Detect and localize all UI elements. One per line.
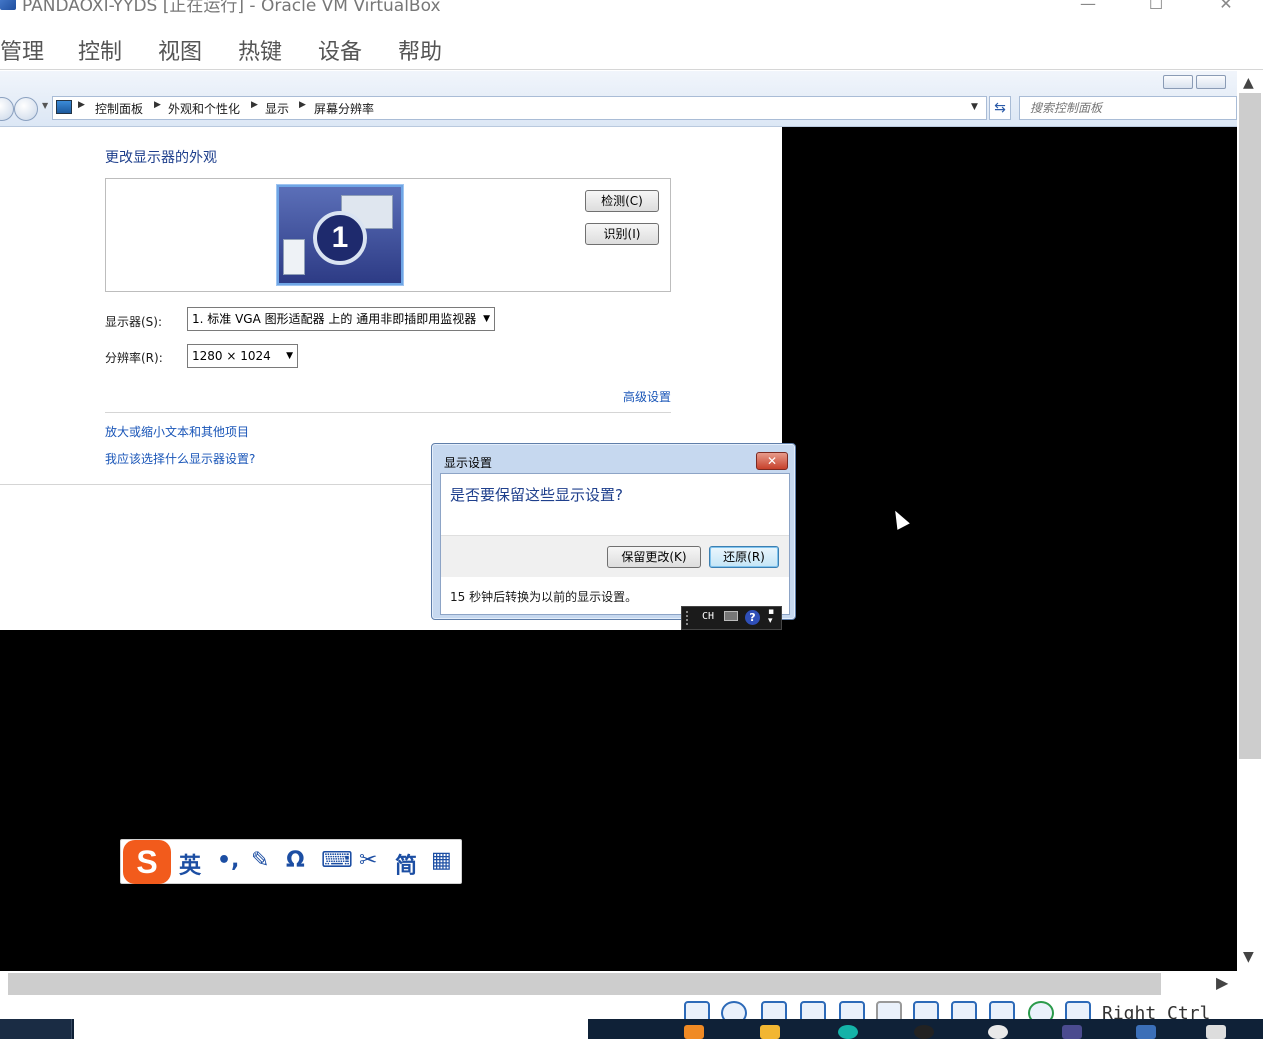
close-icon[interactable]: ✕ — [756, 452, 788, 470]
control-panel-toolbar: ▼ ▶ 控制面板 ▶ 外观和个性化 ▶ 显示 ▶ 屏幕分辨率 ▼ ⇆ — [0, 71, 1237, 127]
vm-status-bar: Right Ctrl — [0, 997, 1263, 1025]
taskbar-app-icon[interactable] — [838, 1025, 858, 1039]
punctuation-toggle[interactable]: •, — [217, 848, 239, 873]
ime-mode-toggle[interactable]: 英 — [179, 848, 201, 880]
scrollbar-thumb[interactable] — [8, 973, 1161, 995]
charset-toggle[interactable]: 简 — [395, 848, 417, 880]
grid-icon[interactable]: ▦ — [431, 848, 452, 873]
taskbar-app-icon[interactable] — [1136, 1025, 1156, 1039]
language-indicator[interactable]: CH — [702, 611, 714, 622]
display-label: 显示器(S): — [105, 315, 163, 329]
drag-handle-icon[interactable] — [686, 611, 696, 625]
address-dropdown-icon[interactable]: ▼ — [971, 102, 978, 112]
vertical-scrollbar[interactable]: ▲ ▼ — [1237, 71, 1263, 971]
dialog-body: 是否要保留这些显示设置? 保留更改(K) 还原(R) 15 秒钟后转换为以前的显… — [440, 473, 790, 615]
breadcrumb-separator-icon: ▶ — [154, 100, 161, 110]
guest-screen[interactable]: ▼ ▶ 控制面板 ▶ 外观和个性化 ▶ 显示 ▶ 屏幕分辨率 ▼ ⇆ 更改显示器… — [0, 71, 1237, 971]
taskbar-app-icon[interactable] — [1062, 1025, 1082, 1039]
display-select[interactable]: 1. 标准 VGA 图形适配器 上的 通用非即插即用监视器 ▼ — [187, 307, 495, 331]
taskbar-search[interactable] — [74, 1019, 588, 1039]
countdown-text: 15 秒钟后转换为以前的显示设置。 — [450, 590, 638, 604]
control-panel-icon — [56, 100, 72, 114]
scrollbar-thumb[interactable] — [1239, 93, 1261, 759]
search-input[interactable] — [1028, 98, 1228, 118]
menu-devices[interactable]: 设备 — [318, 34, 362, 66]
which-settings-link[interactable]: 我应该选择什么显示器设置? — [105, 450, 255, 467]
window-mock-icon — [283, 239, 305, 275]
search-box[interactable] — [1019, 96, 1237, 120]
menu-help[interactable]: 帮助 — [398, 34, 442, 66]
host-taskbar — [0, 1019, 1263, 1039]
minimize-icon[interactable]: — — [1065, 0, 1111, 18]
advanced-settings-link[interactable]: 高级设置 — [623, 388, 671, 405]
back-icon[interactable] — [0, 97, 14, 121]
menu-view[interactable]: 视图 — [158, 34, 202, 66]
dialog-question: 是否要保留这些显示设置? — [450, 486, 623, 504]
taskbar-app-icon[interactable] — [684, 1025, 704, 1039]
chevron-down-icon: ▼ — [483, 314, 490, 324]
scroll-up-icon[interactable]: ▲ — [1243, 75, 1254, 91]
page-title: 更改显示器的外观 — [105, 150, 217, 166]
host-menu-bar: 管理 控制 视图 热键 设备 帮助 — [0, 30, 1263, 70]
monitor-preview-box: 1 检测(C) 识别(I) — [105, 178, 671, 292]
monitor-number-badge: 1 — [313, 211, 367, 265]
host-title-bar: PANDAOXI-YYDS [正在运行] - Oracle VM Virtual… — [0, 0, 1263, 30]
breadcrumb-control-panel[interactable]: 控制面板 — [95, 100, 143, 117]
resolution-label: 分辨率(R): — [105, 351, 163, 365]
taskbar-app-icon[interactable] — [914, 1025, 934, 1039]
maximize-icon[interactable]: ☐ — [1133, 0, 1179, 18]
breadcrumb-separator-icon: ▶ — [299, 100, 306, 110]
virtualbox-app-icon — [0, 0, 16, 10]
scroll-down-icon[interactable]: ▼ — [1243, 949, 1254, 965]
restore-down-icon[interactable] — [1163, 75, 1193, 89]
breadcrumb-separator-icon: ▶ — [78, 100, 85, 110]
scissors-icon[interactable]: ✂ — [359, 848, 377, 873]
close-icon[interactable]: ✕ — [1203, 0, 1249, 18]
sogou-logo-icon[interactable]: S — [123, 840, 171, 884]
keep-changes-button[interactable]: 保留更改(K) — [607, 546, 701, 568]
taskbar-app-icon[interactable] — [760, 1025, 780, 1039]
dialog-title: 显示设置 — [444, 456, 493, 470]
divider — [0, 484, 431, 485]
breadcrumb-resolution[interactable]: 屏幕分辨率 — [314, 100, 374, 117]
keyboard-icon[interactable]: ⌨ — [321, 848, 353, 873]
language-bar[interactable]: CH ? ▪ ▾ — [681, 606, 782, 630]
keyboard-icon[interactable] — [724, 611, 738, 621]
forward-icon[interactable] — [14, 97, 38, 121]
address-bar[interactable]: ▶ 控制面板 ▶ 外观和个性化 ▶ 显示 ▶ 屏幕分辨率 ▼ — [52, 96, 987, 120]
monitor-1-tile[interactable]: 1 — [277, 185, 403, 285]
restore-icon[interactable] — [1196, 75, 1226, 89]
resolution-select[interactable]: 1280 × 1024 ▼ — [187, 344, 298, 368]
menu-manage[interactable]: 管理 — [0, 34, 44, 66]
taskbar-app-icon[interactable] — [988, 1025, 1008, 1039]
display-settings-dialog: 显示设置 ✕ 是否要保留这些显示设置? 保留更改(K) 还原(R) 15 秒钟后… — [431, 443, 796, 620]
taskbar-app-icon[interactable] — [1206, 1025, 1226, 1039]
display-select-value: 1. 标准 VGA 图形适配器 上的 通用非即插即用监视器 — [192, 312, 477, 326]
refresh-icon[interactable]: ⇆ — [989, 96, 1011, 120]
menu-control[interactable]: 控制 — [78, 34, 122, 66]
ime-toolbar[interactable]: S 英 •, ✎ Ω ⌨ ✂ 简 ▦ — [120, 839, 462, 884]
window-title: PANDAOXI-YYDS [正在运行] - Oracle VM Virtual… — [22, 0, 441, 16]
omega-icon[interactable]: Ω — [286, 848, 305, 873]
mouse-cursor-icon — [889, 507, 910, 530]
breadcrumb-display[interactable]: 显示 — [265, 100, 289, 117]
detect-button[interactable]: 检测(C) — [585, 190, 659, 212]
help-icon[interactable]: ? — [745, 610, 760, 625]
pen-icon[interactable]: ✎ — [251, 848, 269, 873]
text-size-link[interactable]: 放大或缩小文本和其他项目 — [105, 423, 249, 440]
history-chevron-icon[interactable]: ▼ — [42, 101, 48, 110]
scroll-right-icon[interactable]: ▶ — [1216, 973, 1228, 992]
breadcrumb-appearance[interactable]: 外观和个性化 — [168, 100, 240, 117]
chevron-down-icon: ▼ — [286, 351, 293, 361]
breadcrumb-separator-icon: ▶ — [251, 100, 258, 110]
revert-button[interactable]: 还原(R) — [709, 546, 779, 568]
identify-button[interactable]: 识别(I) — [585, 223, 659, 245]
options-icon[interactable]: ▪ ▾ — [768, 608, 774, 626]
divider — [105, 412, 671, 413]
horizontal-scrollbar[interactable]: ▶ — [0, 971, 1237, 997]
menu-hotkeys[interactable]: 热键 — [238, 34, 282, 66]
dialog-button-area: 保留更改(K) 还原(R) — [441, 535, 789, 577]
start-button[interactable] — [0, 1019, 72, 1039]
resolution-select-value: 1280 × 1024 — [192, 349, 271, 363]
